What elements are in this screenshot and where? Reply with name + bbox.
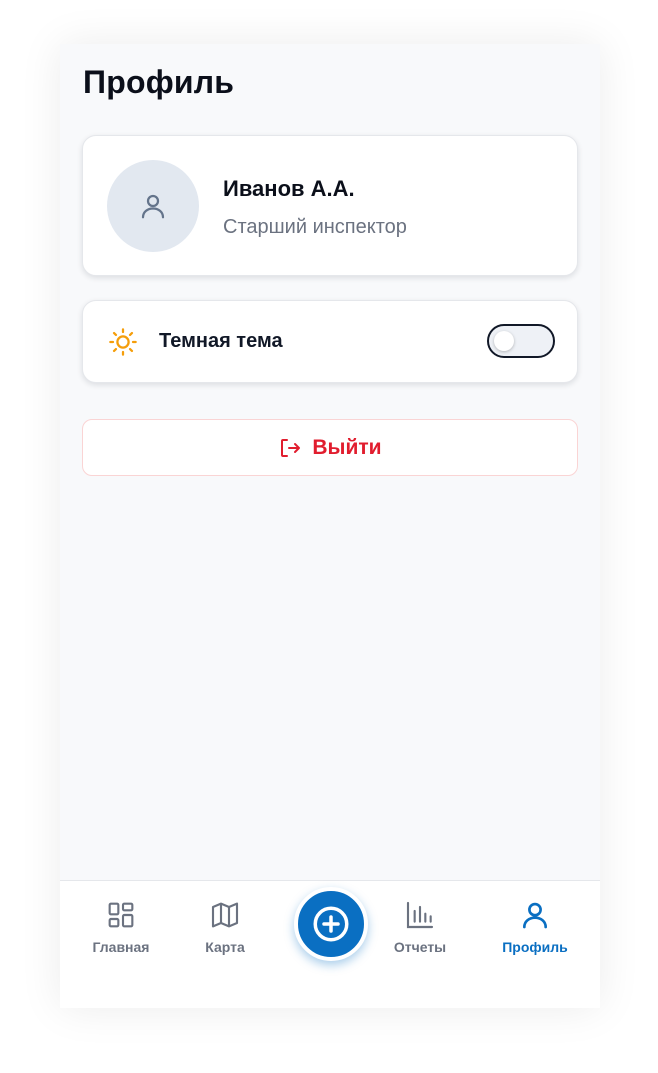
user-icon bbox=[523, 902, 547, 929]
user-name: Иванов А.А. bbox=[223, 176, 355, 201]
add-report-button[interactable] bbox=[294, 887, 368, 961]
bar-chart-icon bbox=[406, 901, 434, 929]
user-role: Старший инспектор bbox=[223, 216, 407, 238]
toggle-knob bbox=[494, 331, 514, 351]
logout-icon bbox=[281, 438, 301, 457]
profile-card: Иванов А.А. Старший инспектор bbox=[82, 135, 578, 276]
page-title: Профиль bbox=[83, 64, 235, 100]
nav-label-reports: Отчеты bbox=[393, 939, 447, 955]
app-screen: Профиль Иванов А.А. Старший инспектор Те… bbox=[60, 44, 600, 1008]
map-icon bbox=[211, 902, 239, 928]
nav-item-reports[interactable]: Отчеты bbox=[370, 899, 470, 955]
dark-theme-label: Темная тема bbox=[159, 330, 283, 352]
user-icon bbox=[141, 194, 165, 219]
avatar bbox=[107, 160, 199, 252]
nav-item-profile[interactable]: Профиль bbox=[485, 899, 585, 955]
sun-icon bbox=[109, 328, 137, 356]
logout-button[interactable]: Выйти bbox=[82, 419, 578, 476]
bottom-navigation: Главная Карта Отчеты Профиль bbox=[60, 880, 600, 1008]
nav-item-map[interactable]: Карта bbox=[175, 899, 275, 955]
plus-circle-icon bbox=[313, 906, 349, 942]
nav-label-home: Главная bbox=[92, 939, 150, 955]
logout-label: Выйти bbox=[312, 435, 382, 459]
grid-icon bbox=[108, 902, 134, 928]
nav-label-profile: Профиль bbox=[502, 939, 568, 955]
dark-theme-setting: Темная тема bbox=[82, 300, 578, 383]
nav-label-map: Карта bbox=[205, 939, 245, 955]
dark-theme-toggle[interactable] bbox=[487, 324, 555, 358]
nav-item-home[interactable]: Главная bbox=[71, 899, 171, 955]
